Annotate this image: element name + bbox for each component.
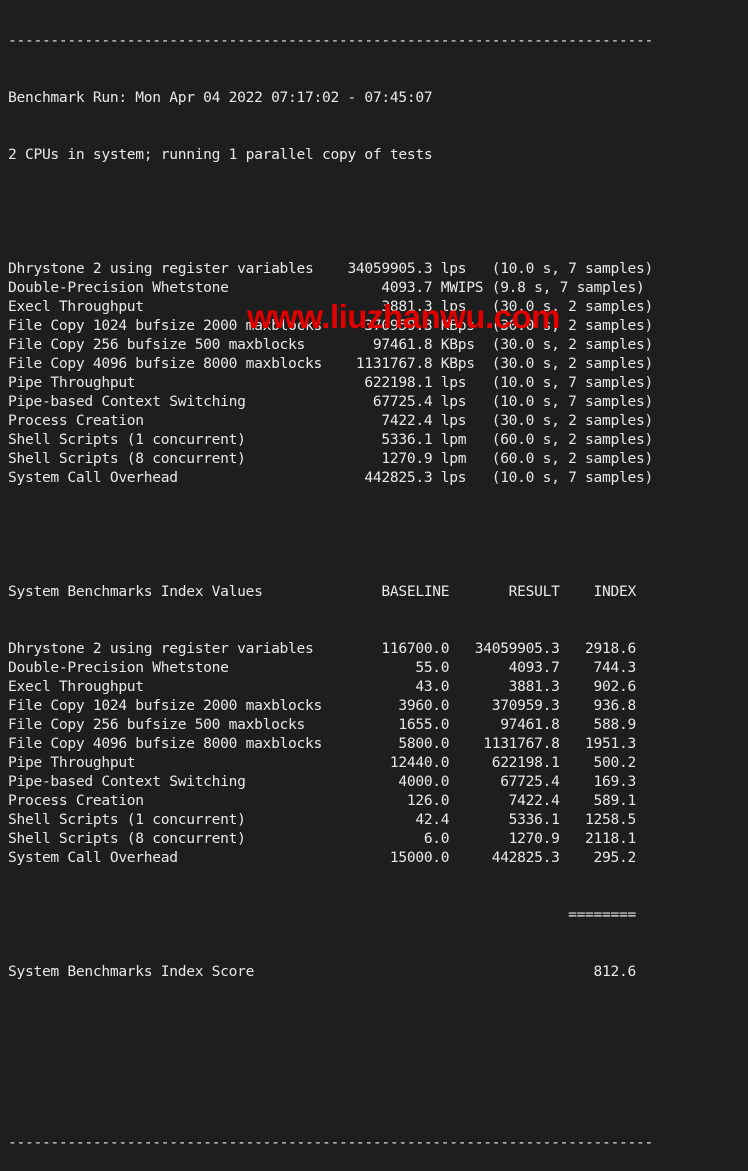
index-result-row: Pipe-based Context Switching 4000.0 6772…	[8, 773, 636, 790]
raw-result-row: File Copy 4096 bufsize 8000 maxblocks 11…	[8, 355, 653, 372]
index-result-row: Process Creation 126.0 7422.4 589.1	[8, 792, 636, 809]
separator-top: ----------------------------------------…	[8, 32, 653, 49]
index-table-header: System Benchmarks Index Values BASELINE …	[8, 583, 636, 600]
raw-result-row: Shell Scripts (1 concurrent) 5336.1 lpm …	[8, 431, 653, 448]
watermark: www.liuzhanwu.com	[247, 298, 560, 335]
index-result-row: Pipe Throughput 12440.0 622198.1 500.2	[8, 754, 636, 771]
index-result-row: File Copy 1024 bufsize 2000 maxblocks 39…	[8, 697, 636, 714]
index-result-row: File Copy 256 bufsize 500 maxblocks 1655…	[8, 716, 636, 733]
raw-results-list: Dhrystone 2 using register variables 340…	[8, 259, 653, 487]
raw-result-row: Shell Scripts (8 concurrent) 1270.9 lpm …	[8, 450, 653, 467]
index-results-table: Dhrystone 2 using register variables 116…	[8, 639, 653, 867]
score-rule: ========	[8, 906, 636, 923]
raw-result-row: Double-Precision Whetstone 4093.7 MWIPS …	[8, 279, 645, 296]
raw-result-row: Pipe Throughput 622198.1 lps (10.0 s, 7 …	[8, 374, 653, 391]
raw-result-row: Pipe-based Context Switching 67725.4 lps…	[8, 393, 653, 410]
cpu-info: 2 CPUs in system; running 1 parallel cop…	[8, 146, 433, 163]
index-result-row: Execl Throughput 43.0 3881.3 902.6	[8, 678, 636, 695]
index-result-row: Shell Scripts (1 concurrent) 42.4 5336.1…	[8, 811, 636, 828]
index-result-row: System Call Overhead 15000.0 442825.3 29…	[8, 849, 636, 866]
raw-result-row: File Copy 256 bufsize 500 maxblocks 9746…	[8, 336, 653, 353]
index-result-row: File Copy 4096 bufsize 8000 maxblocks 58…	[8, 735, 636, 752]
index-result-row: Double-Precision Whetstone 55.0 4093.7 7…	[8, 659, 636, 676]
terminal-output: ----------------------------------------…	[8, 0, 653, 1171]
index-result-row: Dhrystone 2 using register variables 116…	[8, 640, 636, 657]
separator-bottom: ----------------------------------------…	[8, 1134, 653, 1151]
index-score-line: System Benchmarks Index Score 812.6	[8, 963, 636, 980]
raw-result-row: Dhrystone 2 using register variables 340…	[8, 260, 653, 277]
raw-result-row: Process Creation 7422.4 lps (30.0 s, 2 s…	[8, 412, 653, 429]
run-header: Benchmark Run: Mon Apr 04 2022 07:17:02 …	[8, 89, 433, 106]
raw-result-row: System Call Overhead 442825.3 lps (10.0 …	[8, 469, 653, 486]
index-result-row: Shell Scripts (8 concurrent) 6.0 1270.9 …	[8, 830, 636, 847]
